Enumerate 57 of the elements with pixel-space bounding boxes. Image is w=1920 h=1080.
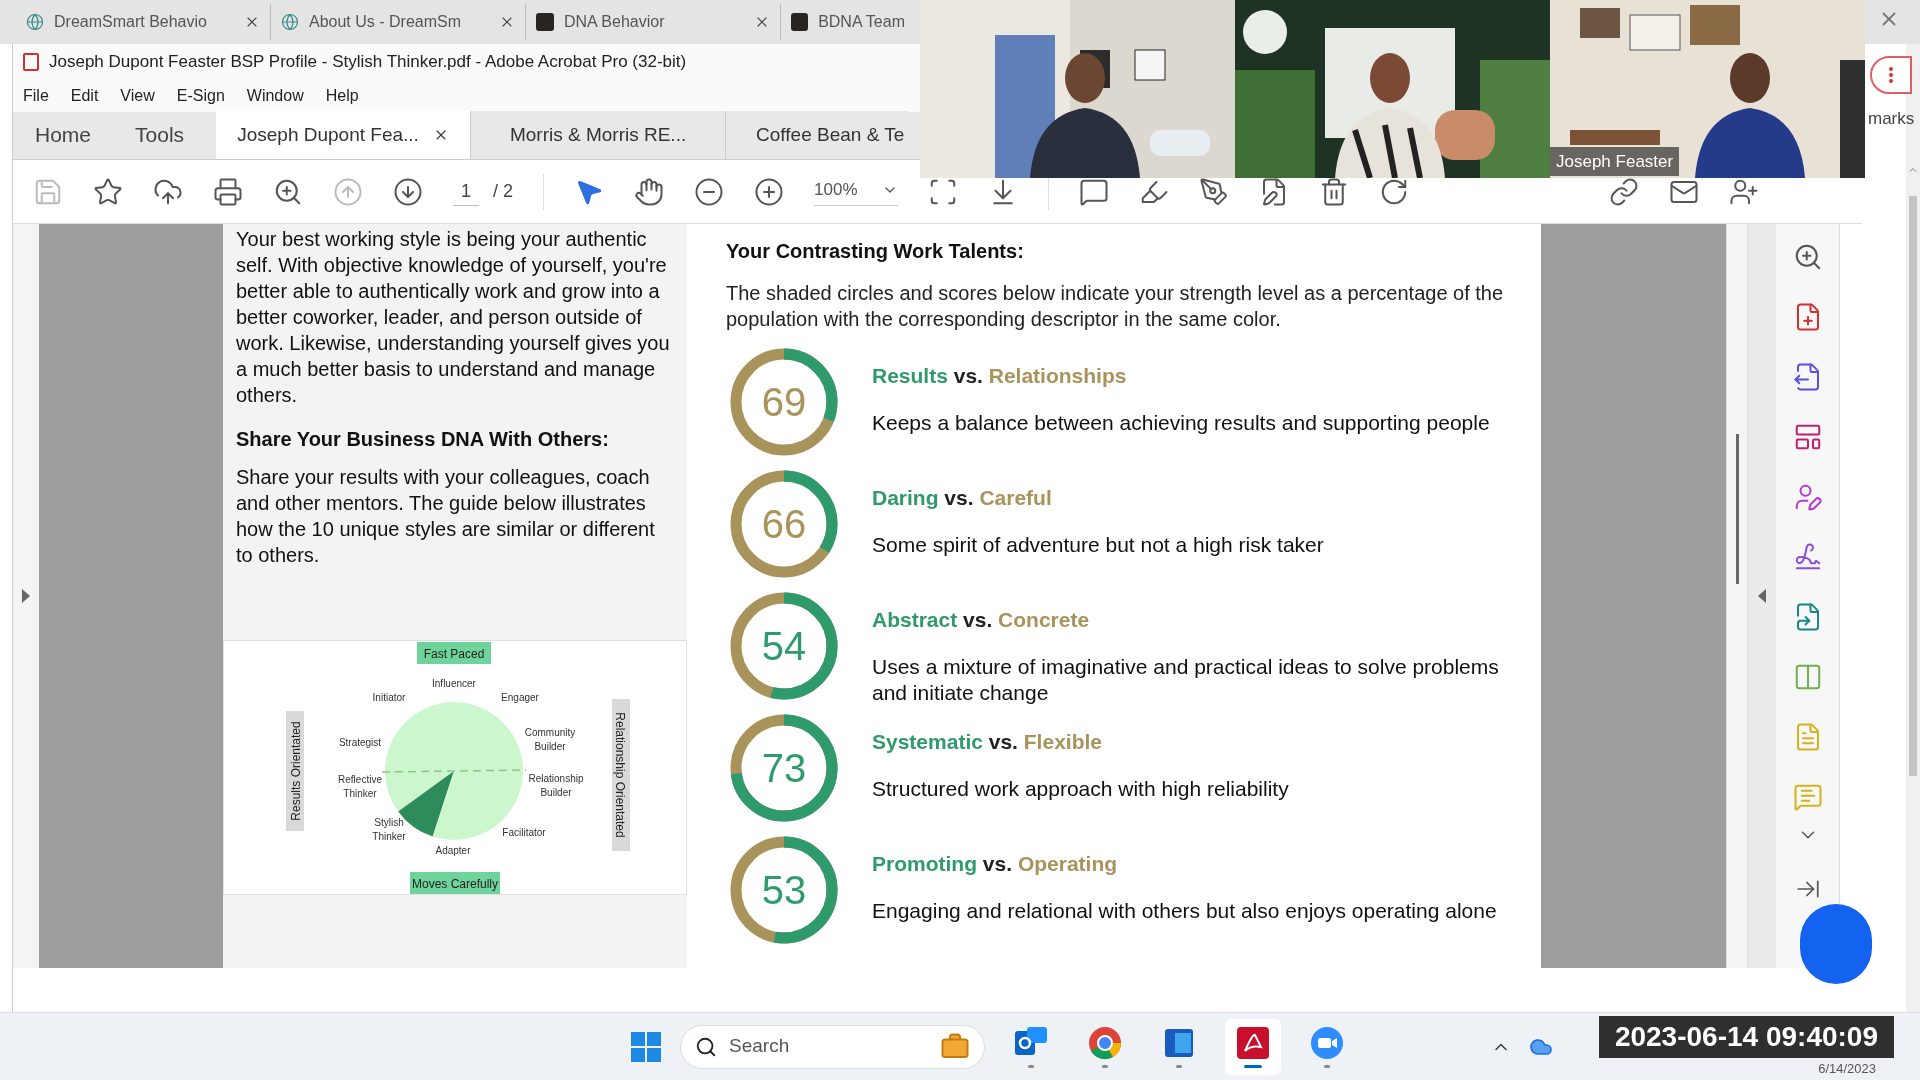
nav-tab[interactable]: Home [13, 111, 114, 159]
talent-description: Uses a mixture of imaginative and practical ideas to solve problems and initiate change [872, 653, 1500, 706]
browser-tab[interactable]: DNA Behavior [526, 4, 781, 40]
tray-date: 6/14/2023 [1818, 1059, 1876, 1078]
talent-title: Systematic vs. Flexible [872, 729, 1103, 755]
panel-label: marks [1868, 108, 1915, 130]
menu-item[interactable]: E-Sign [176, 84, 225, 108]
segment-label: Facilitator [502, 827, 546, 838]
browser-tab[interactable]: BDNA Team [781, 4, 915, 40]
score-value: 66 [761, 502, 807, 546]
section-heading: Share Your Business DNA With Others: [235, 427, 610, 452]
talent-title: Results vs. Relationships [872, 363, 1128, 389]
talent-description: Engaging and relational with others but also enjoys operating alone [872, 897, 1498, 924]
document-tab[interactable]: Morris & Morris RE... [471, 111, 727, 159]
axis-tag: Moves Carefully [410, 872, 500, 894]
talent-title: Daring vs. Careful [872, 485, 1053, 511]
segment-label: Initiator [372, 692, 406, 703]
talent-title: Promoting vs. Operating [872, 851, 1119, 877]
score-value: 54 [761, 624, 807, 668]
participant-name: Joseph Feaster [1550, 146, 1680, 176]
menu-item[interactable]: Edit [70, 84, 99, 108]
axis-tag: Results Orientated [286, 711, 304, 831]
page-number-field[interactable]: 1 [453, 177, 479, 206]
browser-tab[interactable]: DreamSmart Behavio [16, 4, 271, 40]
menu-item[interactable]: Help [325, 84, 359, 108]
segment-label: Community Builder [524, 727, 576, 752]
search-field[interactable]: Search [680, 1024, 985, 1069]
score-value: 73 [761, 746, 807, 790]
document-tab[interactable]: Joseph Dupont Fea... [216, 111, 472, 159]
nav-tab[interactable]: Tools [113, 111, 207, 159]
segment-label: Influencer [432, 678, 476, 689]
talent-description: Keeps a balance between achieving results and supporting people [872, 409, 1491, 436]
segment-label: Engager [501, 692, 539, 703]
segment-label: Stylish Thinker [372, 817, 406, 842]
description-paragraph: The shaded circles and scores below indicate your strength level as a percentage of the population with the corresponding descriptor in the same color. [726, 281, 1505, 332]
timestamp-overlay: 2023-06-14 09:40:09 [1598, 1016, 1894, 1058]
browser-tab[interactable]: About Us - DreamSm [271, 4, 526, 40]
menu-item[interactable]: View [120, 84, 155, 108]
zoom-dropdown[interactable]: 100% [814, 177, 898, 206]
intro-paragraph: Your best working style is being your authentic self. With objective knowledge of yourself, you're better able to authentically work and grow into a better coworker, leader, and person outside of work. Likewise, understanding yourself gives you a much better basis to understand and manage others. [235, 227, 671, 408]
talent-description: Structured work approach with high reliability [872, 775, 1290, 802]
talent-description: Some spirit of adventure but not a high risk taker [872, 531, 1325, 558]
segment-label: Adapter [435, 845, 471, 856]
share-paragraph: Share your results with your colleagues, coach and other mentors. The guide below illustrates how the 10 unique styles are similar or different to others. [235, 465, 656, 568]
score-value: 69 [761, 380, 807, 424]
axis-tag: Fast Paced [417, 642, 491, 664]
segment-label: Reflective Thinker [338, 774, 382, 799]
axis-tag: Relationship Orientated [612, 699, 630, 851]
section-heading: Your Contrasting Work Talents: [726, 239, 1025, 264]
talent-title: Abstract vs. Concrete [872, 607, 1091, 633]
window-title: Joseph Dupont Feaster BSP Profile - Stylish Thinker.pdf - Adobe Acrobat Pro (32-bit) [49, 51, 687, 74]
menu-item[interactable]: File [23, 84, 49, 108]
score-value: 53 [761, 868, 807, 912]
segment-label: Strategist [338, 737, 382, 748]
page-count: / 2 [493, 180, 514, 203]
menu-item[interactable]: Window [246, 84, 304, 108]
segment-label: Relationship Builder [528, 773, 584, 798]
